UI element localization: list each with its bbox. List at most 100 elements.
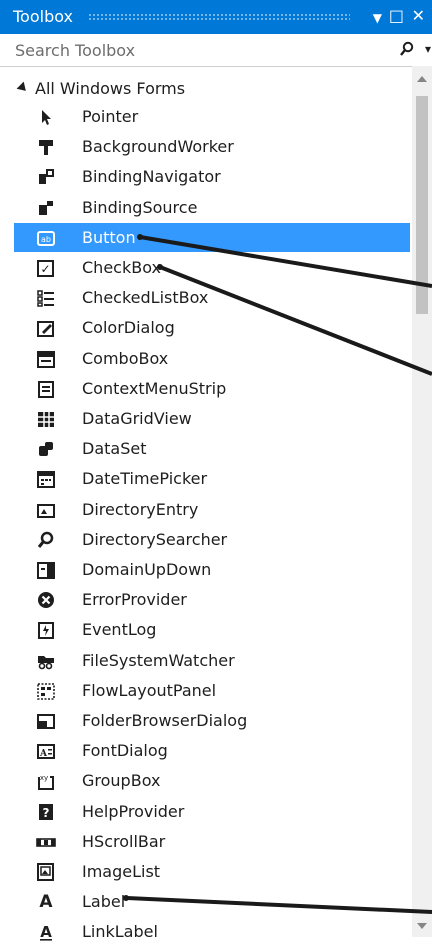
search-input[interactable]: Search Toolbox: [15, 41, 135, 60]
title-bar-drag-grip[interactable]: [88, 13, 350, 21]
eventlog-icon: [36, 620, 56, 640]
button-icon: ab: [36, 228, 56, 248]
toolbox-item-button[interactable]: ab Button: [14, 222, 410, 252]
toolbox-item-label: DirectorySearcher: [82, 529, 228, 549]
svg-text:?: ?: [43, 806, 50, 820]
search-icon[interactable]: [398, 41, 420, 59]
toolbox-item-fontdialog[interactable]: A FontDialog: [14, 736, 410, 765]
expand-collapse-icon[interactable]: [16, 81, 30, 95]
toolbox-item-datetimepicker[interactable]: DateTimePicker: [14, 464, 410, 493]
datagridview-icon: [36, 409, 56, 429]
toolbox-item-flowlayoutpanel[interactable]: FlowLayoutPanel: [14, 676, 410, 705]
directoryentry-icon: [36, 500, 56, 520]
toolbox-item-label: CheckedListBox: [82, 288, 209, 308]
toolbox-item-label: DomainUpDown: [82, 560, 212, 579]
search-box[interactable]: Search Toolbox ▾: [0, 34, 432, 67]
checkedlistbox-icon: [36, 288, 56, 308]
pointer-icon: [36, 107, 56, 127]
scroll-down-icon[interactable]: [417, 923, 427, 929]
toolbox-item-label: DirectoryEntry: [82, 499, 199, 519]
hscrollbar-icon: [36, 832, 56, 852]
toolbox-item-imagelist[interactable]: ImageList: [14, 857, 410, 886]
toolbox-item-filesystemwatcher[interactable]: FileSystemWatcher: [14, 646, 410, 675]
imagelist-icon: [36, 862, 56, 882]
toolbox-item-domainupdown[interactable]: DomainUpDown: [14, 555, 410, 584]
toolbox-item-label: Button: [82, 227, 136, 247]
toolbox-item-checkedlistbox[interactable]: CheckedListBox: [14, 283, 410, 312]
toolbox-item-dataset[interactable]: DataSet: [14, 434, 410, 463]
dataset-icon: [36, 439, 56, 459]
filesystemwatcher-icon: [36, 651, 56, 671]
flowlayoutpanel-icon: [36, 681, 56, 701]
linklabel-icon: A: [36, 922, 56, 942]
toolbox-item-folderbrowserdialog[interactable]: FolderBrowserDialog: [14, 706, 410, 735]
backgroundworker-icon: [36, 137, 56, 157]
toolbox-item-label: CheckBox: [82, 258, 161, 277]
toolbox-item-label: FlowLayoutPanel: [82, 680, 217, 700]
toolbox-item-hscrollbar[interactable]: HScrollBar: [14, 827, 410, 856]
toolbox-item-label: LinkLabel: [82, 922, 158, 942]
domainupdown-icon: [36, 560, 56, 580]
toolbox-item-label: HScrollBar: [82, 831, 166, 851]
toolbox-item-bindingsource[interactable]: BindingSource: [14, 193, 410, 222]
svg-text:xy: xy: [40, 774, 48, 782]
toolbox-item-label: ImageList: [82, 862, 161, 881]
combobox-icon: [36, 349, 56, 369]
toolbox-item-label: Label: [82, 892, 126, 912]
toolbox-item-label: DataSet: [82, 439, 147, 459]
scroll-up-icon[interactable]: [417, 76, 427, 82]
search-options-dropdown-icon[interactable]: ▾: [425, 42, 431, 56]
directorysearcher-icon: [36, 530, 56, 550]
toolbox-list: All Windows Forms Pointer BackgroundWorke…: [0, 66, 412, 941]
groupbox-icon: xy: [36, 771, 56, 791]
toolbox-item-helpprovider[interactable]: ? HelpProvider: [14, 797, 410, 826]
toolbox-item-linklabel[interactable]: A LinkLabel: [14, 917, 410, 946]
toolbox-item-colordialog[interactable]: ColorDialog: [14, 313, 410, 342]
toolbox-item-checkbox[interactable]: ✓ CheckBox: [14, 253, 410, 282]
restore-icon[interactable]: □: [389, 6, 404, 26]
toolbox-item-label: FileSystemWatcher: [82, 650, 235, 670]
toolbox-item-label: FontDialog: [82, 741, 168, 761]
toolbox-item-directoryentry[interactable]: DirectoryEntry: [14, 495, 410, 524]
svg-text:ab: ab: [41, 235, 51, 244]
label-icon: A: [36, 892, 56, 912]
toolbox-item-label: EventLog: [82, 620, 157, 640]
toolbox-item-errorprovider[interactable]: ErrorProvider: [14, 585, 410, 614]
toolbox-item-backgroundworker[interactable]: BackgroundWorker: [14, 132, 410, 161]
folderbrowserdialog-icon: [36, 711, 56, 731]
toolbox-item-label: BackgroundWorker: [82, 137, 234, 157]
toolbox-item-label: DataGridView: [82, 409, 192, 428]
svg-text:A: A: [39, 892, 53, 912]
toolbox-item-eventlog[interactable]: EventLog: [14, 615, 410, 644]
toolbox-title: Toolbox: [13, 7, 73, 26]
colordialog-icon: [36, 318, 56, 338]
group-label: All Windows Forms: [35, 79, 186, 98]
toolbox-item-combobox[interactable]: ComboBox: [14, 344, 410, 373]
errorprovider-icon: [36, 590, 56, 610]
toolbox-item-directorysearcher[interactable]: DirectorySearcher: [14, 525, 410, 554]
toolbox-title-bar: Toolbox ▼ □ ✕: [0, 0, 432, 34]
toolbox-item-bindingnavigator[interactable]: BindingNavigator: [14, 162, 410, 191]
toolbox-item-label: FolderBrowserDialog: [82, 711, 248, 730]
toolbox-item-label: DateTimePicker: [82, 469, 208, 489]
vertical-scrollbar[interactable]: [412, 66, 432, 937]
window-menu-dropdown-icon[interactable]: ▼: [373, 8, 382, 28]
svg-text:✓: ✓: [40, 262, 50, 276]
toolbox-item-contextmenustrip[interactable]: ContextMenuStrip: [14, 374, 410, 403]
bindingnavigator-icon: [36, 167, 56, 187]
group-all-windows-forms[interactable]: All Windows Forms: [0, 72, 412, 102]
fontdialog-icon: A: [36, 741, 56, 761]
svg-text:A: A: [40, 923, 52, 941]
checkbox-icon: ✓: [36, 258, 56, 278]
toolbox-item-label: ErrorProvider: [82, 590, 187, 610]
toolbox-item-pointer[interactable]: Pointer: [14, 102, 410, 131]
toolbox-item-label: ColorDialog: [82, 318, 175, 338]
close-icon[interactable]: ✕: [412, 6, 425, 26]
datetimepicker-icon: [36, 469, 56, 489]
scroll-thumb[interactable]: [416, 96, 428, 314]
toolbox-item-label: ContextMenuStrip: [82, 378, 227, 398]
toolbox-item-groupbox[interactable]: xy GroupBox: [14, 766, 410, 795]
toolbox-item-datagridview[interactable]: DataGridView: [14, 404, 410, 433]
bindingsource-icon: [36, 198, 56, 218]
toolbox-item-label[interactable]: A Label: [14, 887, 410, 916]
